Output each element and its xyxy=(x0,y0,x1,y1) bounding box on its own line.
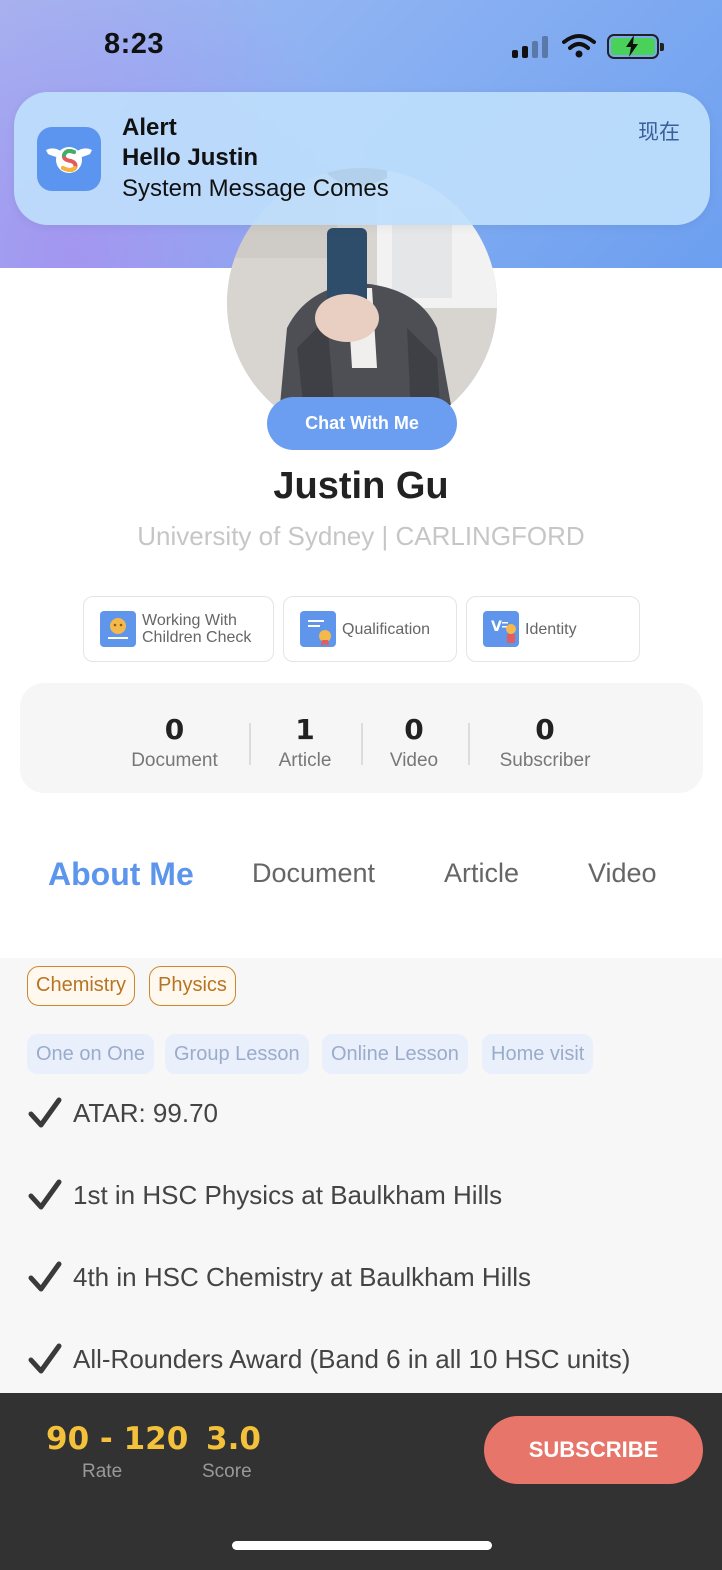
notification-banner[interactable]: Alert Hello Justin System Message Comes … xyxy=(14,92,710,225)
stat-value: 0 xyxy=(535,713,555,746)
notification-time: 现在 xyxy=(638,121,680,144)
score-value: 3.0 xyxy=(206,1421,261,1457)
tab-about-me[interactable]: About Me xyxy=(48,856,194,893)
credential-label-line1: Working With xyxy=(142,612,237,629)
credential-label: Identity xyxy=(525,620,577,638)
wifi-icon xyxy=(562,34,596,58)
stat-subscribers[interactable]: 0 Subscriber xyxy=(492,713,598,772)
lesson-mode-home-visit: Home visit xyxy=(482,1034,594,1074)
certificate-icon xyxy=(100,611,136,647)
svg-text:V: V xyxy=(491,619,502,635)
achievement-text: ATAR: 99.70 xyxy=(73,1097,218,1128)
achievement-text: 4th in HSC Chemistry at Baulkham Hills xyxy=(73,1261,532,1292)
tab-article[interactable]: Article xyxy=(444,858,519,889)
checkmark-icon xyxy=(28,1097,62,1128)
score-label: Score xyxy=(202,1461,252,1482)
credential-label-line2: Children Check xyxy=(142,629,252,646)
rate-value: 90 - 120 xyxy=(46,1421,189,1457)
checkmark-icon xyxy=(28,1179,62,1210)
identity-icon: V xyxy=(483,611,519,647)
tutor-name: Justin Gu xyxy=(273,465,449,507)
lesson-mode-online: Online Lesson xyxy=(322,1034,468,1074)
bottom-action-bar: 90 - 120 Rate 3.0 Score SUBSCRIBE xyxy=(0,1393,722,1570)
tab-video[interactable]: Video xyxy=(588,858,657,889)
tab-document[interactable]: Document xyxy=(252,858,375,889)
achievement-item: All-Rounders Award (Band 6 in all 10 HSC… xyxy=(28,1342,630,1376)
stat-value: 0 xyxy=(164,713,185,746)
cellular-signal-icon xyxy=(512,36,550,58)
qualification-icon xyxy=(300,611,336,647)
achievement-text: 1st in HSC Physics at Baulkham Hills xyxy=(73,1179,503,1210)
achievement-item: 4th in HSC Chemistry at Baulkham Hills xyxy=(28,1260,531,1294)
stat-divider xyxy=(361,723,363,765)
app-icon xyxy=(37,127,101,191)
achievement-item: ATAR: 99.70 xyxy=(28,1096,218,1130)
notification-body: System Message Comes xyxy=(122,175,389,202)
status-bar: 8:23 xyxy=(0,0,722,90)
battery-charging-icon xyxy=(607,34,664,59)
stats-panel: 0 Document 1 Article 0 Video 0 Subscribe… xyxy=(20,683,703,793)
status-time: 8:23 xyxy=(104,28,165,60)
stat-label: Article xyxy=(278,750,332,771)
notification-title: Alert xyxy=(122,114,177,141)
achievement-text: All-Rounders Award (Band 6 in all 10 HSC… xyxy=(73,1343,631,1374)
stat-value: 0 xyxy=(404,713,424,746)
home-indicator[interactable] xyxy=(232,1541,492,1550)
subscribe-button[interactable]: SUBSCRIBE xyxy=(484,1416,703,1484)
credential-label: Qualification xyxy=(342,620,431,638)
checkmark-icon xyxy=(28,1343,62,1374)
rate-label: Rate xyxy=(82,1461,123,1482)
tutor-university-location: University of Sydney | CARLINGFORD xyxy=(137,521,585,551)
credential-working-with-children[interactable]: Working With Children Check xyxy=(83,596,274,662)
notification-subtitle: Hello Justin xyxy=(122,144,259,171)
stat-divider xyxy=(249,723,251,765)
chat-with-me-button[interactable]: Chat With Me xyxy=(267,397,457,450)
stat-label: Subscriber xyxy=(499,750,591,771)
stat-label: Video xyxy=(389,750,439,771)
achievement-item: 1st in HSC Physics at Baulkham Hills xyxy=(28,1178,502,1212)
stat-articles[interactable]: 1 Article xyxy=(270,713,340,772)
credential-identity[interactable]: V Identity xyxy=(466,596,640,662)
credential-qualification[interactable]: Qualification xyxy=(283,596,457,662)
checkmark-icon xyxy=(28,1261,62,1292)
stat-documents[interactable]: 0 Document xyxy=(128,713,221,772)
stat-videos[interactable]: 0 Video xyxy=(382,713,446,772)
subject-tag-chemistry: Chemistry xyxy=(27,966,136,1006)
stat-divider xyxy=(468,723,470,765)
lesson-mode-group: Group Lesson xyxy=(165,1034,309,1074)
subject-tag-physics: Physics xyxy=(149,966,236,1006)
stat-value: 1 xyxy=(295,713,315,746)
stat-label: Document xyxy=(131,750,218,771)
lesson-mode-one-on-one: One on One xyxy=(27,1034,154,1074)
